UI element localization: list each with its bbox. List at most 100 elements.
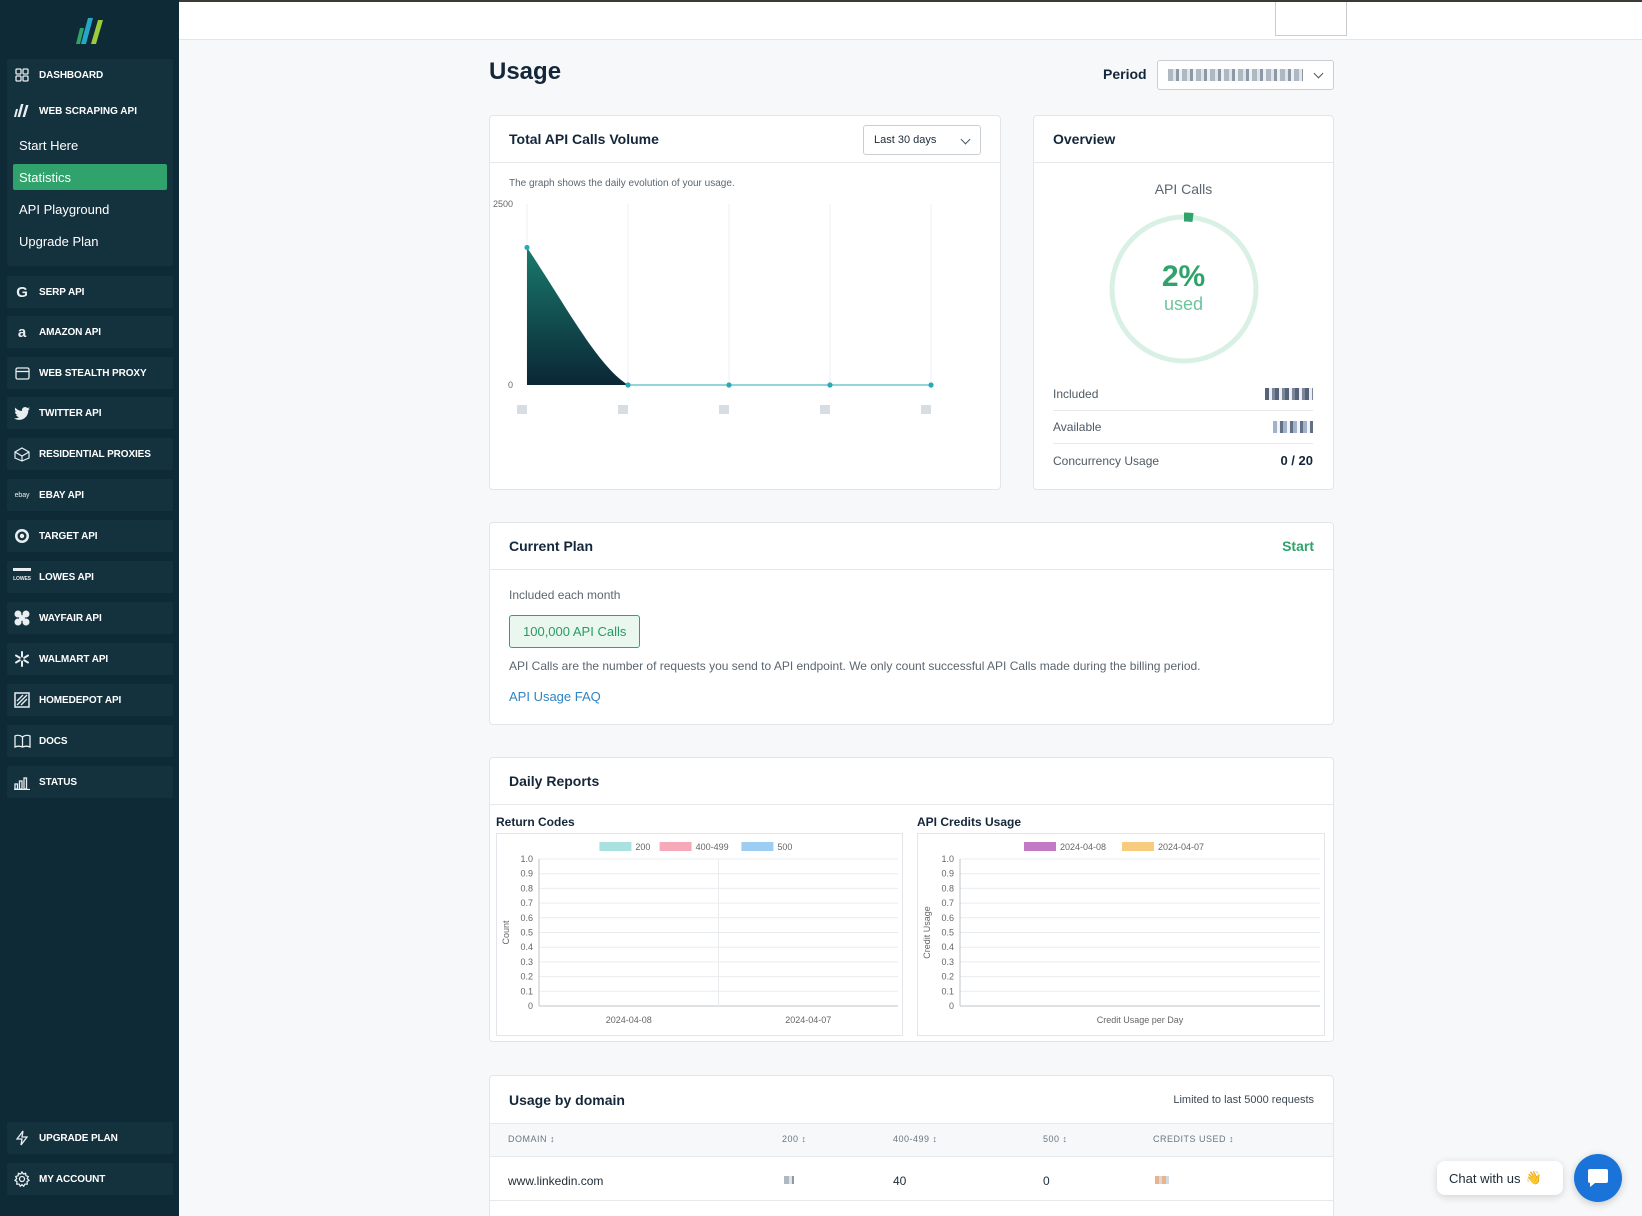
col-200[interactable]: 200 ↕	[782, 1134, 807, 1144]
nav-wayfair-api-label: WAYFAIR API	[39, 612, 102, 624]
gauge-percent: 2%	[1161, 260, 1206, 293]
nav-web-scraping-label: WEB SCRAPING API	[39, 105, 137, 117]
nav-homedepot-api-label: HOMEDEPOT API	[39, 694, 122, 706]
nav-ebay-api-label: EBAY API	[39, 489, 84, 501]
redacted-available	[1273, 421, 1313, 433]
book-icon	[13, 732, 31, 750]
redacted-x-label	[820, 405, 830, 414]
y-tick-label: 0	[508, 380, 513, 390]
y-tick-label: 0.4	[941, 942, 954, 952]
y-tick-label: 1.0	[520, 854, 533, 864]
wave-icon: 👋	[1525, 1170, 1542, 1185]
nav-twitter-api-label: TWITTER API	[39, 407, 102, 419]
browser-window-icon	[13, 364, 31, 382]
scrapingdog-icon	[13, 102, 31, 120]
sub-upgrade-plan[interactable]: Upgrade Plan	[13, 228, 167, 254]
sidebar: DASHBOARD WEB SCRAPING API Start Here St…	[0, 0, 179, 1216]
col-credits-used[interactable]: CREDITS USED ↕	[1153, 1134, 1234, 1144]
nav-status-label: STATUS	[39, 776, 77, 788]
nav-residential-proxies[interactable]: RESIDENTIAL PROXIES	[7, 438, 173, 470]
nav-ebay-api[interactable]: ebay EBAY API	[7, 479, 173, 511]
amazon-icon: a	[17, 323, 27, 341]
nav-dashboard-label: DASHBOARD	[39, 69, 104, 81]
legend-label: 200	[635, 842, 650, 852]
concurrency-value: 0 / 20	[1280, 453, 1313, 468]
domain-title: Usage by domain	[509, 1091, 625, 1108]
sub-api-playground[interactable]: API Playground	[13, 196, 167, 222]
nav-homedepot-api[interactable]: HOMEDEPOT API	[7, 684, 173, 716]
y-tick-label: 0.9	[520, 869, 533, 879]
plan-header: Current Plan Start	[490, 523, 1333, 570]
domain-card: Usage by domain Limited to last 5000 req…	[489, 1075, 1334, 1216]
y-axis-label: Credit Usage	[922, 906, 932, 959]
concurrency-label: Concurrency Usage	[1053, 453, 1160, 468]
available-label: Available	[1053, 420, 1102, 434]
gauge-fill	[1183, 212, 1194, 223]
plan-calls-badge: 100,000 API Calls	[509, 615, 641, 648]
sub-start-here[interactable]: Start Here	[13, 132, 167, 158]
chat-button[interactable]	[1574, 1154, 1622, 1202]
ebay-icon: ebay	[14, 491, 30, 499]
cell-400-499: 40	[893, 1174, 907, 1188]
y-tick-label: 0.5	[941, 928, 954, 938]
overview-card: Overview API Calls 2% used Included Avai…	[1033, 115, 1334, 490]
nav-status[interactable]: STATUS	[7, 766, 173, 798]
nav-amazon-api[interactable]: a AMAZON API	[7, 316, 173, 348]
api-usage-faq-link[interactable]: API Usage FAQ	[509, 689, 601, 704]
period-label: Period	[1103, 66, 1147, 82]
nav-web-stealth-proxy[interactable]: WEB STEALTH PROXY	[7, 357, 173, 389]
redacted-included	[1265, 388, 1313, 400]
period-select[interactable]	[1157, 60, 1334, 90]
data-point	[928, 382, 934, 388]
data-point	[625, 382, 631, 388]
nav-my-account[interactable]: MY ACCOUNT	[7, 1163, 173, 1195]
chat-bubble-icon	[1588, 1169, 1608, 1187]
y-tick-label: 0.9	[941, 869, 954, 879]
nav-dashboard[interactable]: DASHBOARD	[7, 59, 173, 91]
sub-statistics[interactable]: Statistics	[13, 164, 167, 190]
gauge-used: used	[1163, 294, 1204, 314]
volume-title: Total API Calls Volume	[509, 131, 659, 147]
redacted-x-label	[719, 405, 729, 414]
y-tick-label: 0.7	[941, 898, 954, 908]
walmart-spark-icon	[13, 650, 31, 668]
nav-group-web-scraping: WEB SCRAPING API Start Here Statistics A…	[7, 90, 173, 266]
scrapingdog-logo[interactable]	[74, 14, 108, 48]
chevron-down-icon	[960, 134, 971, 145]
nav-target-api-label: TARGET API	[39, 530, 98, 542]
grid-icon	[13, 66, 31, 84]
legend-label: 2024-04-08	[1060, 842, 1106, 852]
x-axis-label: Credit Usage per Day	[1097, 1015, 1184, 1025]
y-tick-label: 0	[528, 1001, 533, 1011]
nav-wayfair-api[interactable]: WAYFAIR API	[7, 602, 173, 634]
plan-card: Current Plan Start Included each month 1…	[489, 522, 1334, 725]
y-tick-label: 0.8	[520, 883, 533, 893]
y-tick-label: 0.1	[520, 986, 533, 996]
y-tick-label: 0.7	[520, 898, 533, 908]
col-400-499[interactable]: 400-499 ↕	[893, 1134, 938, 1144]
nav-upgrade-plan[interactable]: UPGRADE PLAN	[7, 1122, 173, 1154]
y-tick-label: 1.0	[941, 854, 954, 864]
col-500[interactable]: 500 ↕	[1043, 1134, 1068, 1144]
row-concurrency: Concurrency Usage 0 / 20	[1053, 444, 1313, 477]
legend-label: 2024-04-07	[1158, 842, 1204, 852]
credits-usage-title: API Credits Usage	[917, 815, 1022, 829]
nav-lowes-api[interactable]: LOWES LOWES API	[7, 561, 173, 593]
y-axis-label: Count	[501, 920, 511, 945]
nav-target-api[interactable]: TARGET API	[7, 520, 173, 552]
nav-docs[interactable]: DOCS	[7, 725, 173, 757]
range-select[interactable]: Last 30 days	[863, 125, 981, 155]
account-menu[interactable]	[1275, 2, 1347, 36]
nav-serp-api[interactable]: G SERP API	[7, 276, 173, 308]
plan-title: Current Plan	[509, 538, 594, 554]
data-point	[726, 382, 732, 388]
col-domain[interactable]: DOMAIN ↕	[508, 1134, 555, 1144]
plan-description: API Calls are the number of requests you…	[509, 659, 1201, 673]
chat-with-us[interactable]: Chat with us 👋	[1437, 1161, 1563, 1195]
nav-twitter-api[interactable]: TWITTER API	[7, 397, 173, 429]
x-tick-label: 2024-04-08	[606, 1015, 652, 1025]
nav-web-scraping[interactable]: WEB SCRAPING API	[7, 90, 173, 132]
redacted-x-label	[921, 405, 931, 414]
y-tick-label: 2500	[493, 199, 513, 209]
nav-walmart-api[interactable]: WALMART API	[7, 643, 173, 675]
